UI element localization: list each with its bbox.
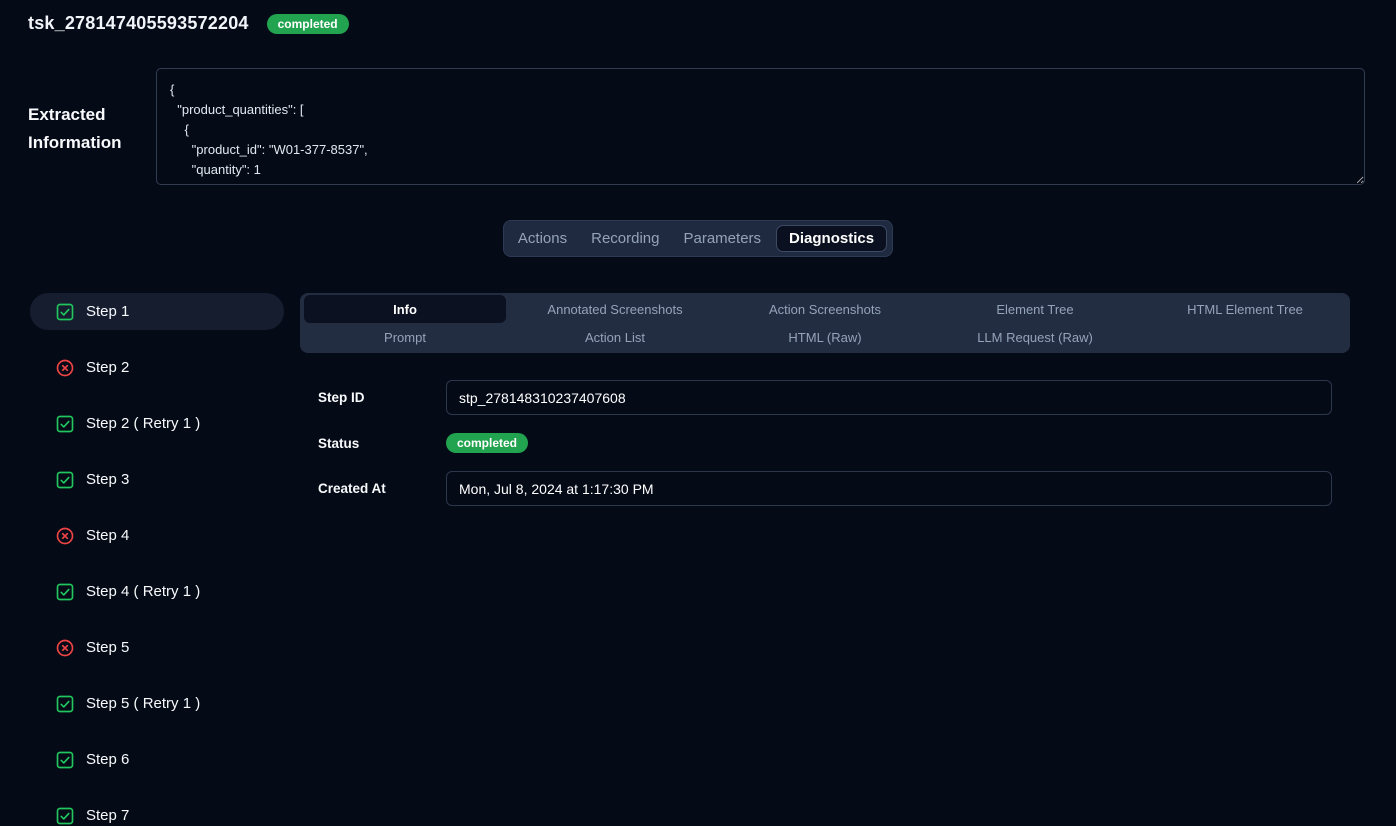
task-header: tsk_278147405593572204 completed bbox=[0, 0, 1396, 34]
check-square-icon bbox=[55, 470, 75, 490]
sidebar-step-5[interactable]: Step 5 bbox=[30, 629, 284, 666]
main-tabs-container: Actions Recording Parameters Diagnostics bbox=[0, 220, 1396, 257]
subtab-empty-cell bbox=[1140, 323, 1350, 351]
x-circle-icon bbox=[55, 526, 75, 546]
x-circle-icon bbox=[55, 358, 75, 378]
extracted-information-label: Extracted Information bbox=[28, 68, 156, 185]
step-label: Step 2 bbox=[86, 359, 129, 376]
x-circle-icon bbox=[55, 638, 75, 658]
sidebar-step-3[interactable]: Step 3 bbox=[30, 461, 284, 498]
check-square-icon bbox=[55, 582, 75, 602]
step-id-input[interactable] bbox=[446, 380, 1332, 415]
created-at-row: Created At bbox=[318, 471, 1332, 506]
step-id-row: Step ID bbox=[318, 380, 1332, 415]
extracted-information-section: Extracted Information { "product_quantit… bbox=[28, 68, 1365, 185]
check-square-icon bbox=[55, 414, 75, 434]
check-square-icon bbox=[55, 694, 75, 714]
step-label: Step 3 bbox=[86, 471, 129, 488]
tab-parameters[interactable]: Parameters bbox=[675, 225, 771, 252]
extracted-information-textarea[interactable]: { "product_quantities": [ { "product_id"… bbox=[156, 68, 1365, 185]
step-detail-panel: Info Annotated Screenshots Action Screen… bbox=[300, 293, 1350, 826]
sidebar-step-4-retry-1[interactable]: Step 4 ( Retry 1 ) bbox=[30, 573, 284, 610]
sidebar-step-4[interactable]: Step 4 bbox=[30, 517, 284, 554]
step-label: Step 1 bbox=[86, 303, 129, 320]
step-label: Step 7 bbox=[86, 807, 129, 824]
subtab-action-screenshots[interactable]: Action Screenshots bbox=[724, 295, 926, 323]
check-square-icon bbox=[55, 806, 75, 826]
status-label: Status bbox=[318, 436, 446, 451]
tab-diagnostics[interactable]: Diagnostics bbox=[776, 225, 887, 252]
task-id-title: tsk_278147405593572204 bbox=[28, 13, 249, 34]
step-id-label: Step ID bbox=[318, 390, 446, 405]
step-info-form: Step ID Status completed Created At bbox=[300, 380, 1350, 506]
sidebar-step-1[interactable]: Step 1 bbox=[30, 293, 284, 330]
subtab-html-element-tree[interactable]: HTML Element Tree bbox=[1144, 295, 1346, 323]
check-square-icon bbox=[55, 302, 75, 322]
subtab-annotated-screenshots[interactable]: Annotated Screenshots bbox=[514, 295, 716, 323]
subtab-prompt[interactable]: Prompt bbox=[304, 323, 506, 351]
diagnostics-subtab-bar: Info Annotated Screenshots Action Screen… bbox=[300, 293, 1350, 353]
subtab-llm-request-raw[interactable]: LLM Request (Raw) bbox=[934, 323, 1136, 351]
sidebar-step-2-retry-1[interactable]: Step 2 ( Retry 1 ) bbox=[30, 405, 284, 442]
diagnostics-content: Step 1 Step 2 Step 2 ( Retry 1 ) Step 3 bbox=[0, 293, 1396, 826]
step-label: Step 5 bbox=[86, 639, 129, 656]
steps-sidebar: Step 1 Step 2 Step 2 ( Retry 1 ) Step 3 bbox=[30, 293, 284, 826]
sidebar-step-7[interactable]: Step 7 bbox=[30, 797, 284, 826]
subtab-action-list[interactable]: Action List bbox=[514, 323, 716, 351]
task-status-badge: completed bbox=[267, 14, 349, 34]
tab-recording[interactable]: Recording bbox=[582, 225, 668, 252]
tab-actions[interactable]: Actions bbox=[509, 225, 576, 252]
step-label: Step 2 ( Retry 1 ) bbox=[86, 415, 200, 432]
step-label: Step 4 bbox=[86, 527, 129, 544]
created-at-input[interactable] bbox=[446, 471, 1332, 506]
created-at-label: Created At bbox=[318, 481, 446, 496]
step-label: Step 4 ( Retry 1 ) bbox=[86, 583, 200, 600]
sidebar-step-6[interactable]: Step 6 bbox=[30, 741, 284, 778]
step-status-badge: completed bbox=[446, 433, 528, 453]
subtab-info[interactable]: Info bbox=[304, 295, 506, 323]
subtab-html-raw[interactable]: HTML (Raw) bbox=[724, 323, 926, 351]
step-label: Step 5 ( Retry 1 ) bbox=[86, 695, 200, 712]
status-row: Status completed bbox=[318, 433, 1332, 453]
step-label: Step 6 bbox=[86, 751, 129, 768]
sidebar-step-5-retry-1[interactable]: Step 5 ( Retry 1 ) bbox=[30, 685, 284, 722]
subtab-element-tree[interactable]: Element Tree bbox=[934, 295, 1136, 323]
check-square-icon bbox=[55, 750, 75, 770]
main-tab-bar: Actions Recording Parameters Diagnostics bbox=[503, 220, 893, 257]
sidebar-step-2[interactable]: Step 2 bbox=[30, 349, 284, 386]
